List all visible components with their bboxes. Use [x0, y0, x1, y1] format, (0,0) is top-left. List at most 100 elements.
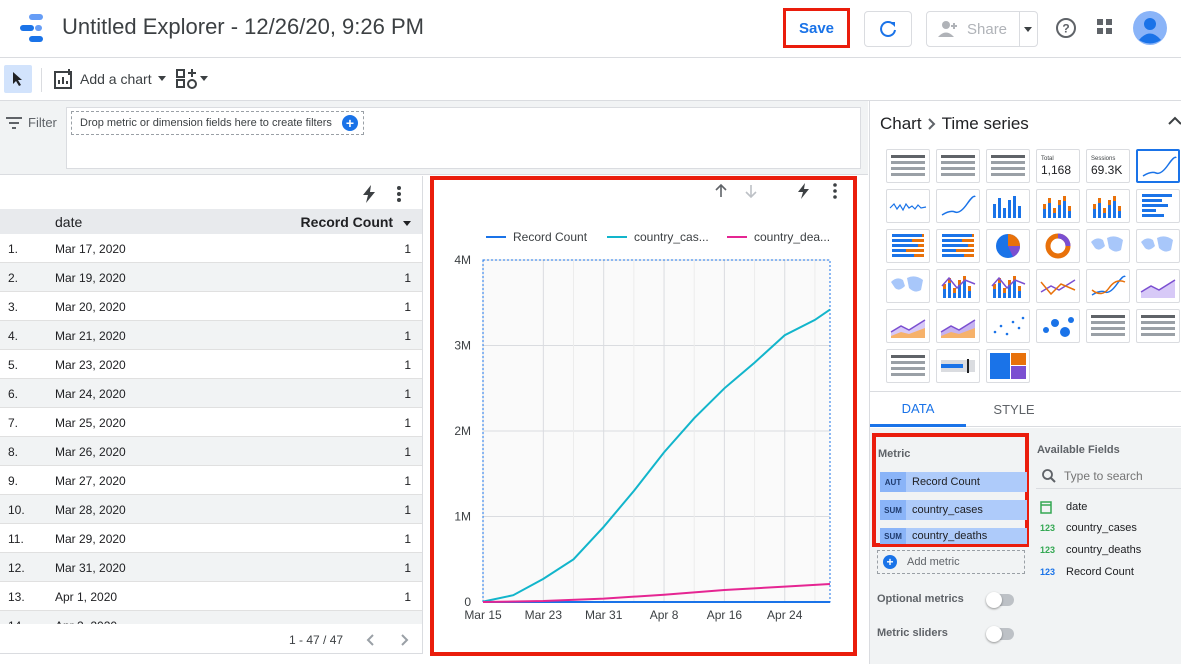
tab-style[interactable]: STYLE — [966, 392, 1062, 427]
column-header-record-count-label: Record Count — [300, 214, 394, 230]
stacked-area-chart-type[interactable] — [886, 309, 930, 343]
donut-chart-type[interactable] — [1036, 229, 1080, 263]
pie-chart-type[interactable] — [986, 229, 1030, 263]
table-row[interactable]: 3. Mar 20, 2020 1 — [0, 292, 422, 321]
pivot-table-bars-chart-type[interactable] — [1136, 309, 1180, 343]
metric-sliders-toggle[interactable] — [986, 626, 1014, 642]
field-record-count[interactable]: 123 Record Count — [1040, 566, 1134, 578]
table-row[interactable]: 8. Mar 26, 2020 1 — [0, 437, 422, 466]
table-row[interactable]: 11. Mar 29, 2020 1 — [0, 524, 422, 553]
smoothed-time-series-chart-type[interactable] — [936, 189, 980, 223]
looker-studio-logo[interactable] — [18, 13, 50, 43]
table-row[interactable]: 4. Mar 21, 2020 1 — [0, 321, 422, 350]
optional-metrics-toggle[interactable] — [986, 592, 1014, 608]
add-metric-button[interactable]: + Add metric — [877, 550, 1025, 574]
scorecard-chart-type[interactable]: Total 1,168 — [1036, 149, 1080, 183]
cursor-icon — [13, 72, 22, 86]
100-stacked-area-chart-type[interactable] — [936, 309, 980, 343]
field-date[interactable]: date — [1040, 500, 1087, 514]
scatter-chart-type[interactable] — [986, 309, 1030, 343]
google-maps-chart-type[interactable] — [886, 269, 930, 303]
area-chart-type[interactable] — [1136, 269, 1180, 303]
lightning-icon[interactable] — [362, 185, 376, 203]
chart-canvas: 0 1M 2M 3M 4M Mar 15 Mar 23 Mar 31 Apr 8 Apr 16 Ap… — [454, 183, 837, 622]
share-dropdown-icon[interactable] — [1023, 26, 1033, 34]
combo-chart-type[interactable] — [936, 269, 980, 303]
stacked-column-chart-type[interactable] — [1036, 189, 1080, 223]
table-row[interactable]: 6. Mar 24, 2020 1 — [0, 379, 422, 408]
row-number: 1. — [8, 242, 19, 256]
geo-chart-type[interactable] — [1086, 229, 1130, 263]
table-row[interactable]: 9. Mar 27, 2020 1 — [0, 466, 422, 495]
field-country-deaths[interactable]: 123 country_deaths — [1040, 544, 1141, 556]
100-stacked-column-chart-type[interactable] — [1086, 189, 1130, 223]
select-tool[interactable] — [4, 65, 32, 93]
filter-label-group[interactable]: Filter — [6, 115, 57, 130]
row-record-count: 1 — [404, 532, 411, 546]
apps-grid-icon[interactable] — [1097, 19, 1113, 35]
add-chart-button[interactable]: Add a chart — [54, 69, 166, 89]
next-page-icon[interactable] — [401, 634, 409, 646]
more-vert-icon[interactable] — [396, 186, 402, 202]
prev-page-icon[interactable] — [366, 634, 374, 646]
treemap-chart-type[interactable] — [986, 349, 1030, 383]
table-row[interactable]: 10. Mar 28, 2020 1 — [0, 495, 422, 524]
scorecard-compact-chart-type[interactable]: Sessions 69.3K — [1086, 149, 1130, 183]
column-header-record-count[interactable]: Record Count — [301, 214, 411, 230]
metric-chip-country-deaths[interactable]: SUM country_deaths — [880, 528, 1027, 544]
bar-chart-type[interactable] — [1136, 189, 1180, 223]
add-filter-icon[interactable]: + — [342, 115, 358, 131]
table-bars-chart-type[interactable] — [936, 149, 980, 183]
field-search-input[interactable] — [1064, 466, 1180, 486]
table-row[interactable]: 1. Mar 17, 2020 1 — [0, 234, 422, 263]
stacked-bar-chart-type[interactable] — [886, 229, 930, 263]
column-header-date[interactable]: date — [55, 214, 82, 230]
tab-data[interactable]: DATA — [870, 392, 966, 427]
table-row[interactable]: 7. Mar 25, 2020 1 — [0, 408, 422, 437]
table-row[interactable]: 13. Apr 1, 2020 1 — [0, 582, 422, 611]
add-control-button[interactable] — [176, 69, 208, 89]
100-stacked-bar-chart-type[interactable] — [936, 229, 980, 263]
table-chart-type[interactable] — [886, 149, 930, 183]
sparkline-chart-type[interactable] — [886, 189, 930, 223]
avatar[interactable] — [1133, 11, 1167, 45]
available-fields-section: Available Fields date 123 country_cases … — [1030, 428, 1181, 664]
pivot-table-chart-type[interactable] — [1086, 309, 1130, 343]
metric-chip-country-cases[interactable]: SUM country_cases — [880, 500, 1027, 520]
smoothed-line-chart-type[interactable] — [1086, 269, 1130, 303]
column-chart-type[interactable] — [986, 189, 1030, 223]
available-fields-label: Available Fields — [1037, 444, 1120, 456]
metric-chip-record-count[interactable]: AUT Record Count — [880, 472, 1027, 492]
scorecard-icon: Total1,168 — [1041, 156, 1071, 177]
line-chart-type[interactable] — [1036, 269, 1080, 303]
help-icon[interactable]: ? — [1055, 17, 1077, 39]
filled-map-chart-type[interactable] — [1136, 229, 1180, 263]
time-series-chart-type[interactable] — [1136, 149, 1180, 183]
stacked-combo-chart-type[interactable] — [986, 269, 1030, 303]
collapse-icon[interactable] — [1168, 116, 1181, 126]
scorecard-value: 69.3K — [1091, 163, 1122, 177]
table-chart[interactable]: date Record Count 1. Mar 17, 2020 1 2. Mar 1… — [0, 176, 423, 654]
metric-aggregation[interactable]: SUM — [880, 528, 906, 544]
metric-sliders-label: Metric sliders — [877, 627, 948, 639]
field-country-cases[interactable]: 123 country_cases — [1040, 522, 1137, 534]
pivot-table-heatmap-chart-type[interactable] — [886, 349, 930, 383]
table-row[interactable]: 2. Mar 19, 2020 1 — [0, 263, 422, 292]
refresh-button[interactable] — [864, 11, 912, 47]
table-heatmap-chart-type[interactable] — [986, 149, 1030, 183]
treemap-icon — [990, 353, 1026, 379]
metric-aggregation[interactable]: SUM — [880, 500, 906, 520]
report-title[interactable]: Untitled Explorer - 12/26/20, 9:26 PM — [62, 14, 424, 40]
save-button[interactable]: Save — [783, 8, 850, 48]
bubble-icon — [1043, 317, 1074, 337]
filter-drop-zone[interactable]: Drop metric or dimension fields here to … — [71, 111, 364, 135]
row-number: 11. — [8, 532, 24, 546]
table-row[interactable]: 5. Mar 23, 2020 1 — [0, 350, 422, 379]
metric-aggregation[interactable]: AUT — [880, 472, 906, 492]
bullet-chart-type[interactable] — [936, 349, 980, 383]
time-series-chart[interactable]: 0 1M 2M 3M 4M Mar 15 Mar 23 Mar 31 Apr 8 Apr 16 Ap… — [430, 176, 857, 656]
bubble-chart-type[interactable] — [1036, 309, 1080, 343]
share-button[interactable]: Share — [926, 11, 1038, 47]
filter-drop-area[interactable]: Drop metric or dimension fields here to … — [66, 107, 861, 169]
table-row[interactable]: 12. Mar 31, 2020 1 — [0, 553, 422, 582]
